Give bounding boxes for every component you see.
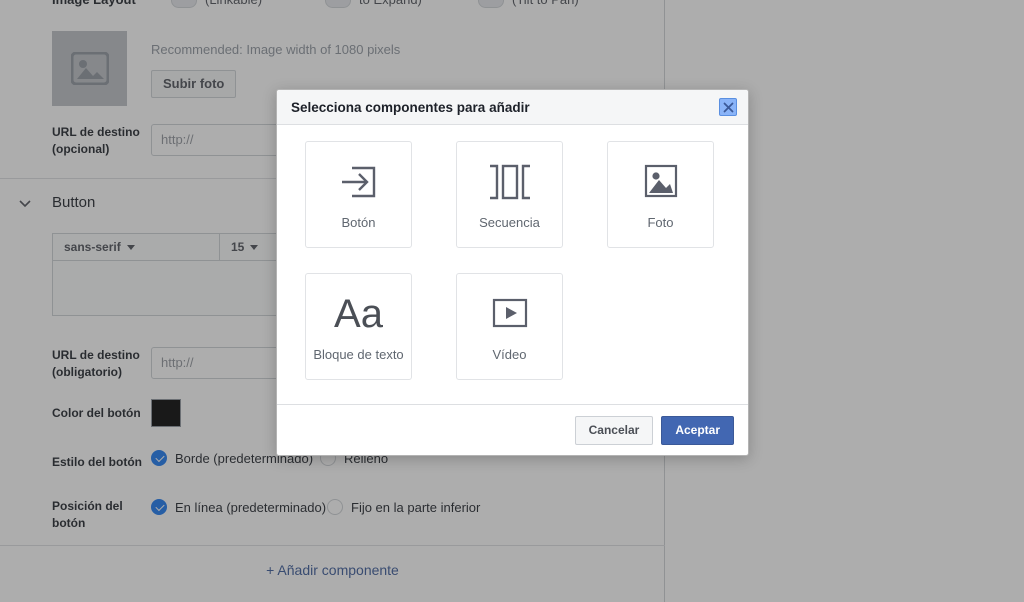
close-x-icon bbox=[723, 102, 733, 112]
component-tile-bloque-de-texto[interactable]: Aa Bloque de texto bbox=[305, 273, 412, 380]
component-tile-bloque-de-texto-label: Bloque de texto bbox=[313, 346, 404, 362]
component-tile-foto-label: Foto bbox=[647, 214, 674, 230]
component-grid: Botón Secuencia Foto Aa Bloque de texto … bbox=[305, 141, 720, 380]
component-tile-foto[interactable]: Foto bbox=[607, 141, 714, 248]
component-tile-video[interactable]: Vídeo bbox=[456, 273, 563, 380]
dialog-body: Botón Secuencia Foto Aa Bloque de texto … bbox=[277, 125, 748, 404]
login-arrow-icon bbox=[337, 160, 381, 204]
accept-button[interactable]: Aceptar bbox=[661, 415, 734, 445]
close-button[interactable] bbox=[719, 98, 737, 116]
app-root: Image Layout (Linkable) to Expand) (Tilt… bbox=[0, 0, 1024, 602]
component-tile-boton[interactable]: Botón bbox=[305, 141, 412, 248]
carousel-icon bbox=[486, 160, 534, 204]
component-tile-boton-label: Botón bbox=[341, 214, 376, 230]
dialog-header: Selecciona componentes para añadir bbox=[277, 90, 748, 125]
dialog-footer: Cancelar Aceptar bbox=[277, 404, 748, 455]
text-aa-icon: Aa bbox=[334, 291, 383, 336]
component-tile-secuencia-label: Secuencia bbox=[479, 214, 540, 230]
dialog-title: Selecciona componentes para añadir bbox=[291, 99, 530, 115]
photo-icon bbox=[640, 160, 682, 204]
video-play-icon bbox=[487, 292, 533, 336]
component-tile-video-label: Vídeo bbox=[492, 346, 527, 362]
component-tile-secuencia[interactable]: Secuencia bbox=[456, 141, 563, 248]
component-picker-dialog: Selecciona componentes para añadir Botón… bbox=[276, 89, 749, 456]
cancel-button[interactable]: Cancelar bbox=[574, 415, 654, 445]
